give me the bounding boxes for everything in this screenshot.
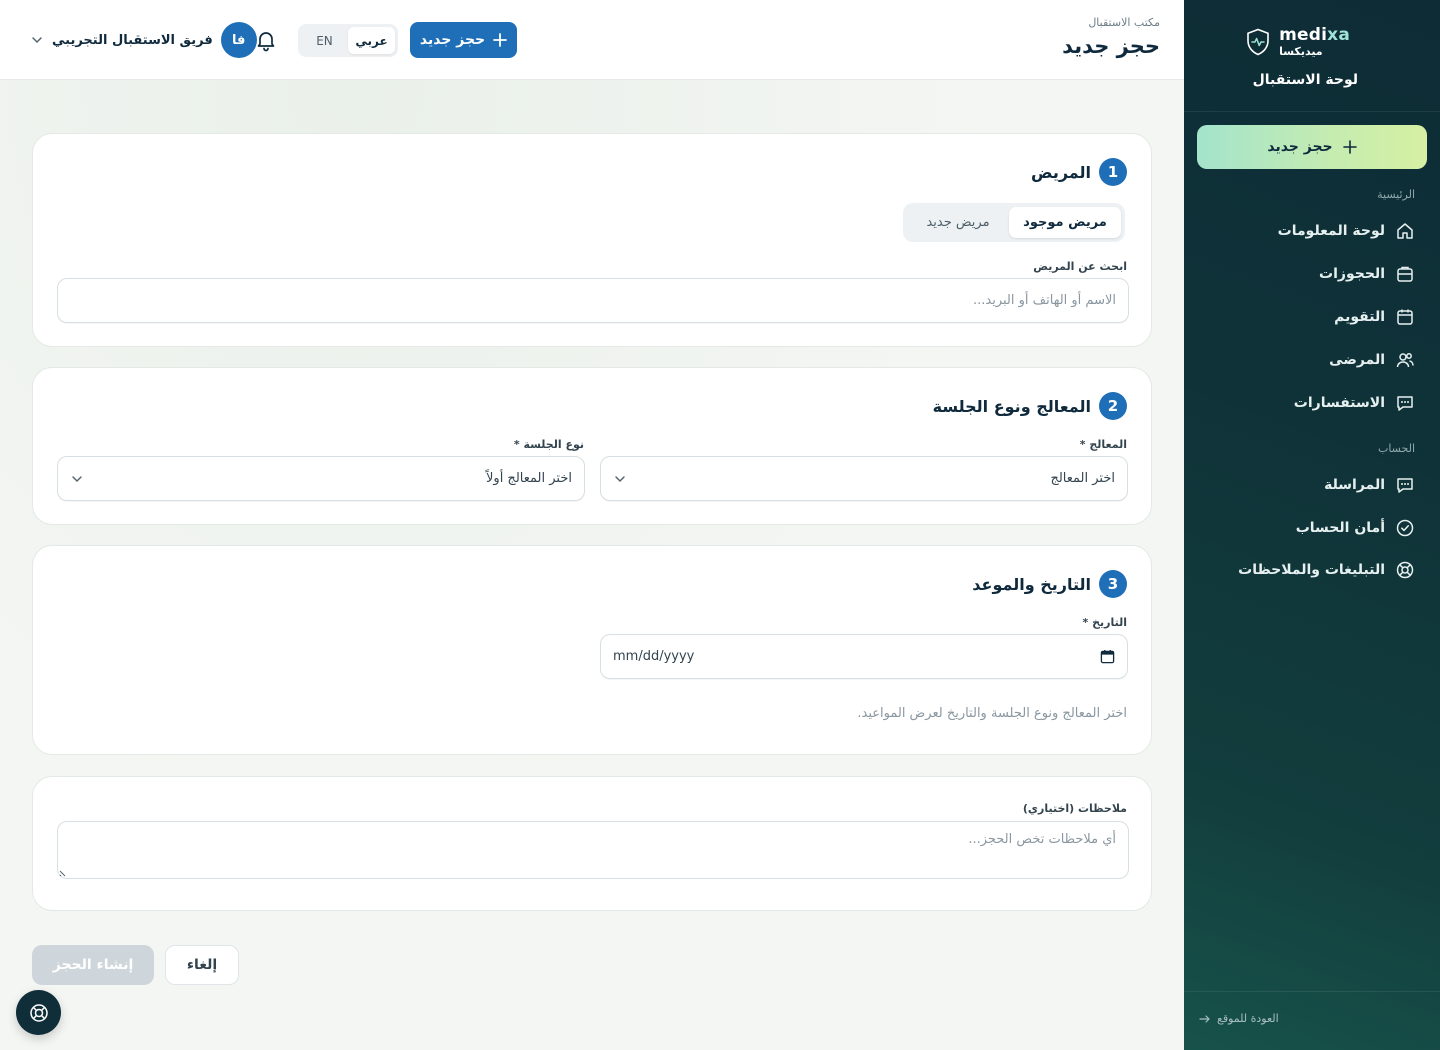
lang-arabic-button[interactable]: عربي [348,27,395,54]
tab-existing-patient[interactable]: مريض موجود [1009,207,1121,238]
step-number: 1 [1099,158,1127,186]
sidebar-footer: العودة للموقع [1184,991,1440,1050]
top-header: مكتب الاستقبال حجز جديد حجز جديد عربي EN… [0,0,1184,80]
step-number: 2 [1099,392,1127,420]
resize-handle-icon[interactable] [59,867,69,877]
date-card-header: 3 التاريخ والموعد [972,570,1127,598]
patient-card: 1 المريض مريض موجود مريض جديد ابحث عن ال… [32,133,1152,347]
calendar-icon[interactable] [1100,649,1115,664]
therapist-card-header: 2 المعالج ونوع الجلسة [933,392,1127,420]
brand-wordmark: medixa ميديكسا [1279,26,1350,58]
chat-icon [1397,396,1413,411]
patient-card-header: 1 المريض [1031,158,1127,186]
search-patient-input[interactable]: الاسم أو الهاتف أو البريد... [57,278,1129,323]
language-toggle: عربي EN [298,24,398,57]
date-card: 3 التاريخ والموعد التاريخ * mm/dd/yyyy ا… [32,545,1152,755]
shield-icon [1247,28,1269,56]
arrow-right-icon [1199,1014,1210,1023]
chevron-down-icon [32,37,42,44]
cancel-button[interactable]: إلغاء [165,945,239,985]
breadcrumb: مكتب الاستقبال [1088,16,1160,29]
sidebar-item-label: الاستفسارات [1293,395,1385,411]
user-name: فريق الاستقبال التجريبي [52,32,213,48]
brand-name-ar: ميديكسا [1279,45,1323,58]
therapist-label: المعالج * [1079,438,1127,451]
sidebar-item-messaging[interactable]: المراسلة [1209,470,1415,500]
date-input[interactable]: mm/dd/yyyy [600,634,1128,679]
lang-english-button[interactable]: EN [301,27,348,54]
check-circle-icon [1396,519,1414,537]
therapist-card: 2 المعالج ونوع الجلسة المعالج * اختر الم… [32,367,1152,525]
date-label: التاريخ * [1082,616,1128,629]
patient-card-title: المريض [1030,162,1091,182]
session-type-select[interactable]: اختر المعالج أولاً [57,456,585,501]
tab-new-patient[interactable]: مريض جديد [907,207,1009,238]
sidebar-section-account: الحساب [1377,442,1415,455]
sidebar-item-label: التبليغات والملاحظات [1238,562,1385,578]
sidebar-item-bookings[interactable]: الحجوزات [1209,259,1415,289]
search-patient-label: ابحث عن المريض [1033,260,1127,273]
chevron-down-icon [72,475,82,482]
help-button[interactable] [16,990,61,1035]
bell-icon[interactable] [254,28,278,52]
sidebar-item-security[interactable]: أمان الحساب [1209,513,1415,543]
sidebar-item-label: الحجوزات [1319,266,1385,282]
therapist-card-title: المعالج ونوع الجلسة [932,396,1091,416]
notes-label: ملاحظات (اختياري) [1022,802,1127,815]
briefcase-icon [1397,266,1413,282]
back-to-site-label: العودة للموقع [1217,1012,1279,1025]
sidebar-item-label: أمان الحساب [1295,520,1385,536]
sidebar-item-calendar[interactable]: التقويم [1209,302,1415,332]
sidebar-item-reports[interactable]: التبليغات والملاحظات [1209,555,1415,585]
create-booking-button[interactable]: إنشاء الحجز [32,945,154,985]
brand-logo[interactable]: medixa ميديكسا [1245,26,1350,58]
sidebar-new-booking-label: حجز جديد [1267,139,1333,155]
brand-name-en: medixa [1279,25,1350,45]
date-input-value: mm/dd/yyyy [613,649,695,664]
step-number: 3 [1099,570,1127,598]
page-title: حجز جديد [1062,34,1160,58]
sidebar-item-label: المرضى [1329,352,1385,368]
sidebar-section-main: الرئيسية [1377,188,1415,201]
sidebar-item-label: لوحة المعلومات [1277,223,1385,239]
plus-icon [493,33,508,47]
plus-icon [1342,140,1357,154]
slots-hint: اختر المعالج ونوع الجلسة والتاريخ لعرض ا… [857,706,1127,721]
lifebuoy-icon [29,1003,48,1022]
sidebar-item-label: المراسلة [1324,477,1385,493]
home-icon [1397,223,1413,239]
sidebar-item-patients[interactable]: المرضى [1209,345,1415,375]
users-icon [1396,353,1414,368]
new-booking-label: حجز جديد [419,32,486,48]
notes-textarea[interactable]: أي ملاحظات تخص الحجز... [57,821,1129,879]
therapist-select-value: اختر المعالج [1050,471,1115,486]
back-to-site-link[interactable]: العودة للموقع [1199,1012,1279,1025]
sidebar-new-booking-button[interactable]: حجز جديد [1197,125,1427,169]
sidebar: medixa ميديكسا لوحة الاستقبال حجز جديد ا… [1184,0,1440,1050]
sidebar-item-inquiries[interactable]: الاستفسارات [1209,388,1415,418]
new-booking-button[interactable]: حجز جديد [410,22,517,58]
calendar-icon [1397,309,1413,325]
avatar: فا [220,22,257,58]
therapist-select[interactable]: اختر المعالج [600,456,1128,501]
lifebuoy-icon [1396,561,1414,579]
chevron-down-icon [615,475,625,482]
sidebar-item-dashboard[interactable]: لوحة المعلومات [1209,216,1415,246]
sidebar-item-label: التقويم [1334,309,1385,325]
patient-type-toggle: مريض موجود مريض جديد [903,203,1125,242]
brand-header: medixa ميديكسا لوحة الاستقبال [1184,0,1440,112]
notes-card: ملاحظات (اختياري) أي ملاحظات تخص الحجز..… [32,776,1152,911]
message-icon [1397,478,1413,493]
user-menu[interactable]: فا فريق الاستقبال التجريبي [30,22,257,58]
panel-title: لوحة الاستقبال [1252,72,1358,88]
session-type-label: نوع الجلسة * [513,438,584,451]
date-card-title: التاريخ والموعد [972,574,1091,594]
session-type-select-value: اختر المعالج أولاً [486,471,572,486]
